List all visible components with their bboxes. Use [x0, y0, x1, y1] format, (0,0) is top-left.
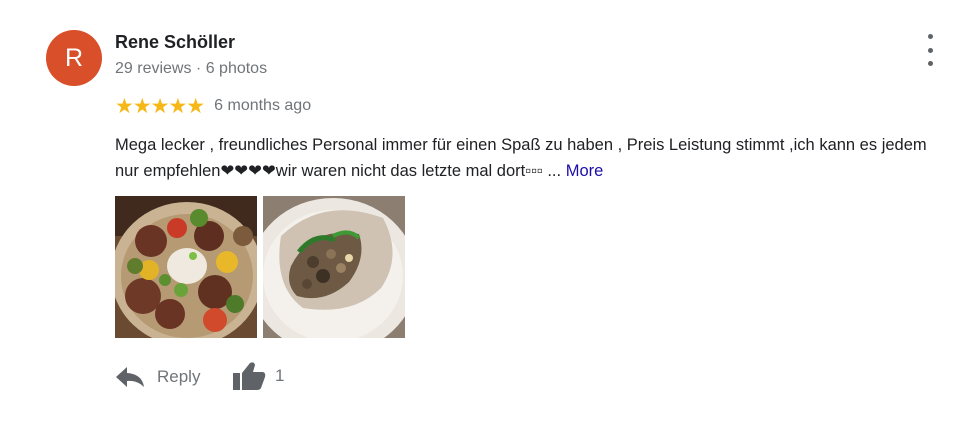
- like-count: 1: [275, 366, 285, 385]
- food-photo-2-image: [263, 196, 405, 338]
- review-date: 6 months ago: [214, 97, 312, 114]
- menu-dot: [927, 34, 933, 39]
- menu-dot: [927, 47, 933, 53]
- review-card: R Rene Schöller 29 reviews · 6 photos ★★…: [0, 0, 980, 424]
- avatar[interactable]: R: [46, 30, 102, 86]
- rating-row: ★★★★★ 6 months ago: [115, 94, 311, 118]
- food-photo-injera-platter[interactable]: [115, 196, 257, 338]
- author-stats: 29 reviews · 6 photos: [115, 60, 268, 77]
- menu-dot: [927, 61, 933, 66]
- like-button[interactable]: 1: [232, 360, 284, 392]
- reply-label: Reply: [157, 367, 201, 386]
- reply-button[interactable]: Reply: [115, 362, 200, 392]
- star-rating-icon: ★★★★★: [115, 94, 205, 118]
- food-photo-1-image: [115, 196, 257, 338]
- more-vertical-icon[interactable]: [920, 34, 940, 66]
- thumbs-up-icon: [233, 362, 266, 390]
- review-text: Mega lecker , freundliches Personal imme…: [115, 132, 945, 184]
- food-photo-injera-wrap[interactable]: [263, 196, 405, 338]
- review-body: Mega lecker , freundliches Personal imme…: [115, 136, 927, 180]
- author-name[interactable]: Rene Schöller: [115, 32, 235, 53]
- more-link[interactable]: More: [566, 162, 604, 180]
- reply-arrow-icon: [116, 367, 144, 387]
